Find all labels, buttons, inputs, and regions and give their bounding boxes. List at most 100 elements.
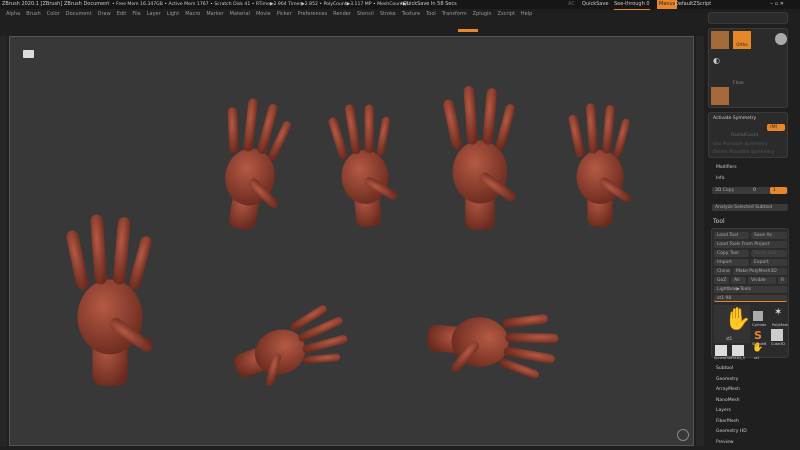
right-shelf (696, 36, 704, 446)
script-button[interactable]: DefaultZScript (675, 0, 711, 9)
menu-bar: Alpha Brush Color Document Draw Edit File Layer… (0, 9, 700, 20)
info-section[interactable]: Info (716, 176, 725, 181)
copy-tool-button[interactable]: Copy Tool (714, 250, 749, 257)
menu-file[interactable]: File (132, 11, 140, 17)
visible-button[interactable]: Visible (748, 277, 776, 284)
brush-thumb-icon[interactable] (711, 87, 729, 105)
simplebrush-icon[interactable]: S (754, 329, 762, 342)
menu-material[interactable]: Material (230, 11, 250, 17)
hand-top-1 (207, 94, 298, 235)
ac-label: AC (568, 1, 575, 7)
section-fibermesh[interactable]: FiberMesh (716, 419, 739, 424)
menu-movie[interactable]: Movie (256, 11, 271, 17)
menu-preferences[interactable]: Preferences (298, 11, 327, 17)
make-polymesh-button[interactable]: Make PolyMesh3D (733, 268, 787, 275)
section-layers[interactable]: Layers (716, 408, 731, 413)
current-tool-slider[interactable]: st1 98 (714, 295, 787, 302)
menu-indicator (458, 29, 478, 32)
section-arraymesh[interactable]: ArrayMesh (716, 387, 740, 392)
hand-top-4 (567, 103, 633, 227)
load-project-button[interactable]: Load Tools From Project (714, 241, 787, 248)
hand-bottom-1 (225, 299, 357, 397)
symmetry-box: Activate Symmetry (M) RadialCount Use Po… (708, 112, 788, 158)
menu-render[interactable]: Render (333, 11, 351, 17)
menu-zplugin[interactable]: Zplugin (473, 11, 492, 17)
pm3d-thumb[interactable] (732, 345, 744, 356)
quicksave-button[interactable]: QuickSave (582, 0, 608, 9)
stats: • Free Mem 16.347GB • Active Mem 1767 • … (112, 2, 410, 7)
tool-box: Load Tool Save As Load Tools From Projec… (711, 228, 789, 360)
menu-alpha[interactable]: Alpha (6, 11, 20, 17)
floor-button[interactable]: Floor (733, 81, 744, 86)
menu-transform[interactable]: Transform (442, 11, 467, 17)
st1-small-thumb[interactable]: ✋ (752, 343, 763, 353)
goz-button[interactable]: GoZ (714, 277, 729, 284)
radial-count-slider[interactable]: RadialCount (731, 133, 758, 138)
title-bar: ZBrush 2020.1 [ZBrush] ZBrush Document •… (0, 0, 800, 10)
menu-draw[interactable]: Draw (98, 11, 111, 17)
r-button[interactable]: R (778, 277, 787, 284)
menu-zscript[interactable]: Zscript (498, 11, 515, 17)
brush-box (708, 12, 788, 24)
menu-document[interactable]: Document (66, 11, 92, 17)
ortho-button[interactable]: Ortho (733, 31, 751, 49)
section-nanomesh[interactable]: NanoMesh (716, 398, 740, 403)
hand-palm-large (65, 214, 156, 386)
symmetry-m-button[interactable]: (M) (767, 124, 785, 131)
section-geometry[interactable]: Geometry (716, 377, 738, 382)
menu-marker[interactable]: Marker (206, 11, 223, 17)
menu-edit[interactable]: Edit (117, 11, 127, 17)
menu-stroke[interactable]: Stroke (380, 11, 396, 17)
move-icon[interactable] (711, 31, 729, 49)
load-tool-button[interactable]: Load Tool (714, 232, 749, 239)
section-preview[interactable]: Preview (716, 440, 734, 445)
analyze-subtool-button[interactable]: Analyze Selected Subtool (712, 204, 788, 211)
lightbox-tools-button[interactable]: Lightbox▶Tools (714, 286, 787, 293)
draw-box: Ortho ◐ Floor (708, 28, 788, 108)
copy3d-value[interactable]: 1 (770, 187, 787, 194)
menu-macro[interactable]: Macro (185, 11, 200, 17)
thumb-label: PM3D_S (731, 356, 746, 360)
menu-texture[interactable]: Texture (402, 11, 420, 17)
material-sphere-icon[interactable] (775, 33, 787, 45)
menu-layer[interactable]: Layer (147, 11, 161, 17)
menu-stencil[interactable]: Stencil (357, 11, 374, 17)
menu-brush[interactable]: Brush (26, 11, 40, 17)
thumb-label: PolyMesh (772, 323, 789, 327)
tool-title[interactable]: Tool (713, 218, 725, 225)
cube3d-thumb[interactable] (771, 329, 783, 341)
export-button[interactable]: Export (751, 259, 787, 266)
menu-help[interactable]: Help (521, 11, 532, 17)
app-title: ZBrush 2020.1 [ZBrush] (2, 1, 63, 7)
section-geometry-hd[interactable]: Geometry HD (716, 429, 747, 434)
menu-tool[interactable]: Tool (426, 11, 436, 17)
menu-light[interactable]: Light (167, 11, 179, 17)
zoom-circle-icon[interactable] (677, 429, 689, 441)
all-button[interactable]: All (731, 277, 746, 284)
contrast-icon[interactable]: ◐ (713, 56, 720, 65)
use-poseable-button[interactable]: Use Poseable Symmetry (713, 142, 768, 147)
thumb-label: st1 (754, 356, 760, 360)
modifiers-section[interactable]: Modifiers (716, 165, 737, 170)
window-controls[interactable]: ‒ ▫ ✕ (770, 0, 784, 9)
copy3d-a: 0 (753, 188, 756, 193)
delete-poseable-button[interactable]: Delete Poseable Symmetry (713, 150, 774, 155)
canvas-viewport[interactable] (9, 36, 694, 446)
cylinder-thumb[interactable] (753, 311, 763, 321)
hand-bottom-2 (424, 303, 561, 383)
import-button[interactable]: Import (714, 259, 749, 266)
hands-model (65, 85, 633, 397)
menu-picker[interactable]: Picker (277, 11, 292, 17)
save-as-button[interactable]: Save As (751, 232, 787, 239)
activate-symmetry[interactable]: Activate Symmetry (713, 116, 756, 121)
thumb-label: Cube3D (771, 342, 785, 346)
paste-tool-button[interactable]: Paste Tool (751, 250, 787, 257)
sphere3d-thumb[interactable] (715, 345, 727, 356)
menu-color[interactable]: Color (47, 11, 60, 17)
section-subtool[interactable]: Subtool (716, 366, 733, 371)
polymesh-star-icon[interactable]: ✶ (774, 307, 782, 318)
hand-top-3 (442, 85, 518, 230)
tool-thumb-st1[interactable]: ✋ st1 (714, 305, 751, 343)
hand-top-2 (326, 100, 402, 230)
clone-button[interactable]: Clone (714, 268, 731, 275)
